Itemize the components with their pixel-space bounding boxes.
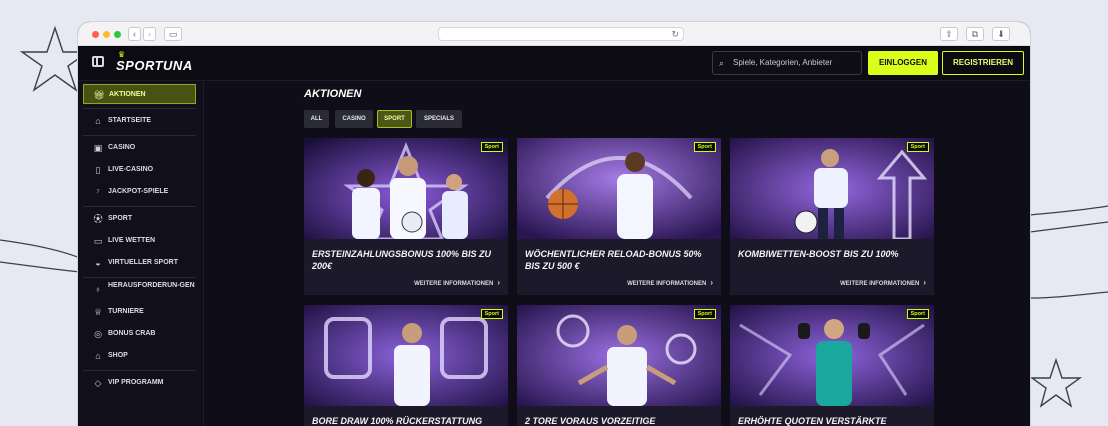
top-navigation: ♛ SPORTUNA ⌕ Spiele, Kategorien, Anbiete…	[78, 46, 1030, 81]
sportuna-logo[interactable]: ♛ SPORTUNA	[116, 50, 193, 73]
more-info-link[interactable]: WEITERE INFORMATIONEN ›	[627, 278, 713, 287]
share-icon[interactable]: ⇪	[940, 27, 958, 41]
page-title: AKTIONEN	[304, 88, 362, 100]
reload-icon[interactable]: ↻	[671, 28, 679, 41]
browser-titlebar: ‹ › ▭ ↻ ⇪ ⧉ ⬇	[78, 22, 1030, 46]
category-badge: Sport	[480, 142, 503, 152]
sidebar-item-turniere[interactable]: ♕ TURNIERE	[83, 302, 196, 322]
promo-title: ERSTEINZAHLUNGSBONUS 100% BIS ZU 200€	[312, 249, 492, 271]
promo-card[interactable]: Sport ERSTEINZAHLUNGSBONUS 100% BIS ZU 2…	[304, 138, 508, 295]
sidebar-item-live-casino[interactable]: ▯ LIVE-CASINO	[83, 160, 196, 180]
diamond-icon: ◇	[94, 378, 102, 388]
promo-image-soccer-kick: Sport	[730, 138, 934, 239]
sidebar-toggle-icon[interactable]	[92, 56, 104, 67]
sidebar-item-sport[interactable]: ⚽︎ SPORT	[83, 209, 196, 229]
divider	[83, 206, 196, 207]
more-info-link[interactable]: WEITERE INFORMATIONEN ›	[414, 278, 500, 287]
sidebar-item-aktionen[interactable]: 🎁︎ AKTIONEN	[83, 84, 196, 104]
browser-window: ‹ › ▭ ↻ ⇪ ⧉ ⬇ ♛ SPORTUNA ⌕ Spiele, Kateg…	[78, 22, 1030, 426]
jackpot-icon: ⁷	[96, 187, 100, 197]
sidebar-item-shop[interactable]: ⌂ SHOP	[83, 346, 196, 366]
login-button[interactable]: EINLOGGEN	[868, 51, 938, 75]
sidebar-item-live-wetten[interactable]: ▭ LIVE WETTEN	[83, 231, 196, 251]
address-bar[interactable]: ↻	[438, 27, 684, 41]
sidebar-item-jackpot[interactable]: ⁷ JACKPOT-SPIELE	[83, 182, 196, 202]
shop-icon: ⌂	[95, 351, 101, 361]
live-camera-icon: ▭	[93, 236, 103, 246]
promo-title: 2 TORE VORAUS VORZEITIGE	[525, 416, 656, 426]
promo-title: WÖCHENTLICHER RELOAD-BONUS 50% BIS ZU 50…	[525, 249, 702, 271]
divider	[83, 135, 196, 136]
sidebar-view-icon[interactable]: ▭	[164, 27, 182, 41]
promo-title: KOMBIWETTEN-BOOST BIS ZU 100%	[738, 249, 899, 259]
slot-machine-icon: ▣	[93, 143, 103, 153]
category-badge: Sport	[906, 142, 929, 152]
promo-image-scoreboard: Sport	[304, 305, 508, 406]
home-icon: ⌂	[95, 116, 101, 126]
promo-title: BORE DRAW 100% RÜCKERSTATTUNG	[312, 416, 483, 426]
gamepad-icon: ◒	[95, 258, 101, 268]
tab-all[interactable]: ALL	[304, 110, 329, 128]
promo-card[interactable]: Sport KOMBIWETTEN-BOOST BIS ZU 100% WEIT…	[730, 138, 934, 295]
tabs-icon[interactable]: ⧉	[966, 27, 984, 41]
category-badge: Sport	[693, 309, 716, 319]
gift-icon: 🎁︎	[93, 90, 105, 100]
crab-icon: ◎	[94, 329, 102, 339]
promo-image-goalkeeper: Sport	[730, 305, 934, 406]
promo-card[interactable]: Sport ERHÖHTE QUOTEN VERSTÄRKTE	[730, 305, 934, 426]
forward-icon[interactable]: ›	[143, 27, 156, 41]
trophy-icon: ♕	[93, 307, 103, 317]
chevron-right-icon: ›	[497, 278, 500, 287]
main-content: AKTIONEN ALL CASINO SPORT SPECIALS Sport…	[204, 82, 1030, 426]
category-badge: Sport	[906, 309, 929, 319]
promo-image-two-balls: Sport	[517, 305, 721, 406]
sidebar-item-bonus-crab[interactable]: ◎ BONUS CRAB	[83, 324, 196, 344]
chevron-right-icon: ›	[923, 278, 926, 287]
promo-card[interactable]: Sport 2 TORE VORAUS VORZEITIGE	[517, 305, 721, 426]
divider	[83, 370, 196, 371]
register-button[interactable]: REGISTRIEREN	[942, 51, 1024, 75]
sidebar-item-vip[interactable]: ◇ VIP PROGRAMM	[83, 373, 196, 393]
sidebar-item-herausforderungen[interactable]: ♁ HERAUSFORDERUN-GEN	[83, 279, 196, 301]
live-card-icon: ▯	[95, 165, 101, 175]
category-badge: Sport	[480, 309, 503, 319]
promo-image-basketball: Sport	[517, 138, 721, 239]
category-badge: Sport	[693, 142, 716, 152]
star-outline-right	[1029, 357, 1083, 408]
download-icon[interactable]: ⬇	[992, 27, 1010, 41]
more-info-link[interactable]: WEITERE INFORMATIONEN ›	[840, 278, 926, 287]
close-dot[interactable]	[92, 31, 99, 38]
promo-image-players: Sport	[304, 138, 508, 239]
sidebar-item-virtueller-sport[interactable]: ◒ VIRTUELLER SPORT	[83, 253, 196, 273]
chevron-right-icon: ›	[710, 278, 713, 287]
tab-sport[interactable]: SPORT	[377, 110, 412, 128]
promo-card[interactable]: Sport BORE DRAW 100% RÜCKERSTATTUNG	[304, 305, 508, 426]
sidebar: 🎁︎ AKTIONEN ⌂ STARTSEITE ▣ CASINO ▯ LIVE-CAS…	[78, 82, 204, 426]
back-icon[interactable]: ‹	[128, 27, 141, 41]
medal-icon: ♁	[94, 284, 102, 294]
divider	[83, 277, 196, 278]
search-icon: ⌕	[719, 58, 725, 68]
tab-specials[interactable]: SPECIALS	[416, 110, 462, 128]
sidebar-item-startseite[interactable]: ⌂ STARTSEITE	[83, 111, 196, 131]
minimize-dot[interactable]	[103, 31, 110, 38]
sidebar-item-casino[interactable]: ▣ CASINO	[83, 138, 196, 158]
football-icon: ⚽︎	[93, 214, 103, 224]
divider	[83, 108, 196, 109]
tab-casino[interactable]: CASINO	[335, 110, 373, 128]
maximize-dot[interactable]	[114, 31, 121, 38]
search-placeholder: Spiele, Kategorien, Anbieter	[733, 58, 833, 67]
promo-card[interactable]: Sport WÖCHENTLICHER RELOAD-BONUS 50% BIS…	[517, 138, 721, 295]
search-input[interactable]: ⌕ Spiele, Kategorien, Anbieter	[712, 51, 862, 75]
promo-title: ERHÖHTE QUOTEN VERSTÄRKTE	[738, 416, 887, 426]
